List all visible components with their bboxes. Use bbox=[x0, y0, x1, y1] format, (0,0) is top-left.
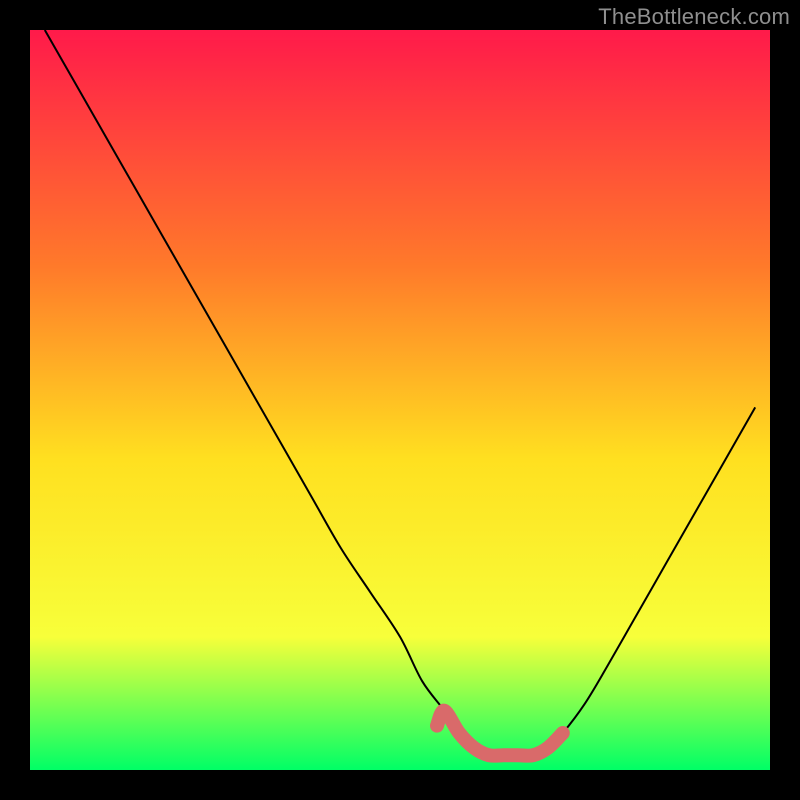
plot-area bbox=[30, 30, 770, 770]
watermark-text: TheBottleneck.com bbox=[598, 4, 790, 30]
gradient-background bbox=[30, 30, 770, 770]
chart-svg bbox=[30, 30, 770, 770]
chart-frame: TheBottleneck.com bbox=[0, 0, 800, 800]
